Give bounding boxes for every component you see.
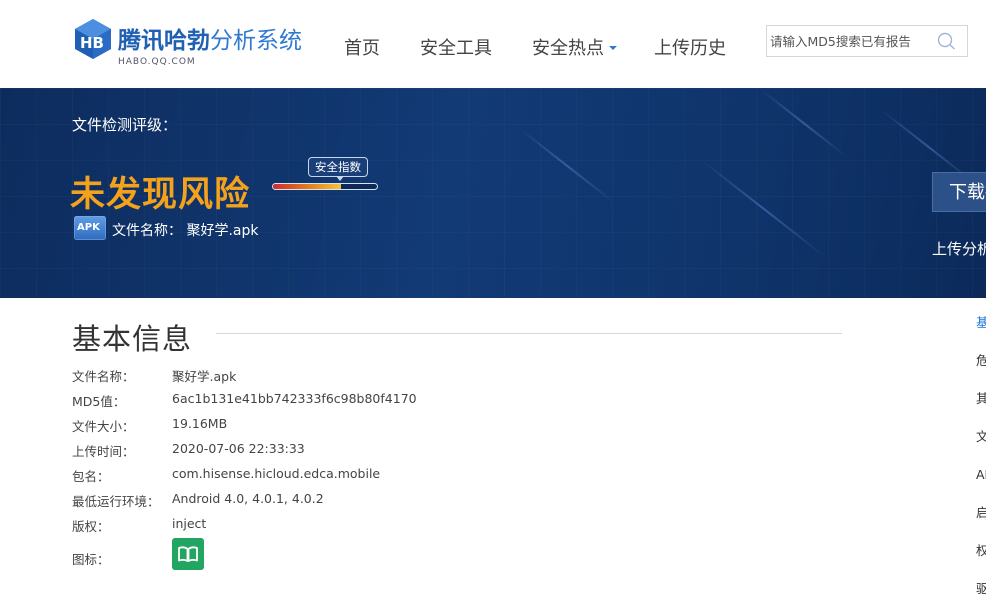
side-nav-driver-info[interactable]: 驱动信息 xyxy=(976,578,986,597)
info-value: 2020-07-06 22:33:33 xyxy=(172,441,305,456)
brand-logo[interactable]: HB 腾讯哈勃分析系统 HABO.QQ.COM xyxy=(72,18,302,70)
brand-title-part1: 腾讯哈勃 xyxy=(118,28,210,54)
info-value: com.hisense.hicloud.edca.mobile xyxy=(172,466,381,481)
nav-item-label: 上传历史 xyxy=(654,38,726,59)
md5-search-input[interactable] xyxy=(767,26,931,56)
side-nav-api-calls[interactable]: API调用 xyxy=(976,464,986,483)
side-nav-permission-info[interactable]: 权限信息 xyxy=(976,540,986,559)
info-value: 6ac1b131e41bb742333f6c98b80f4170 xyxy=(172,391,417,406)
banner-file-name: 文件名称： 聚好学.apk xyxy=(112,220,258,240)
nav-item-upload-history[interactable]: 上传历史 xyxy=(654,34,726,60)
info-key: 文件大小： xyxy=(72,419,135,434)
info-key: 图标： xyxy=(72,552,110,567)
side-nav-file-operations[interactable]: 文件操作 xyxy=(976,426,986,445)
side-nav-dangerous-behavior[interactable]: 危险行为 xyxy=(976,350,986,369)
nav-item-label: 安全工具 xyxy=(420,38,492,59)
side-nav-other-behavior[interactable]: 其他行为 xyxy=(976,388,986,407)
info-row-file-name: 文件名称： 聚好学.apk xyxy=(72,366,772,386)
book-icon xyxy=(172,538,204,570)
info-row-md5: MD5值： 6ac1b131e41bb742333f6c98b80f4170 xyxy=(72,391,772,411)
info-value: Android 4.0, 4.0.1, 4.0.2 xyxy=(172,491,324,506)
info-row-file-size: 文件大小： 19.16MB xyxy=(72,416,772,436)
download-report-button[interactable]: 下载报告 xyxy=(932,172,986,212)
nav-item-security-hotspots[interactable]: 安全热点 xyxy=(532,34,617,60)
info-row-app-icon: 图标： xyxy=(72,538,772,570)
nav-item-label: 安全热点 xyxy=(532,38,604,59)
info-row-package-name: 包名： com.hisense.hicloud.edca.mobile xyxy=(72,466,772,486)
nav-item-label: 首页 xyxy=(344,38,380,59)
info-value: inject xyxy=(172,516,207,531)
file-name-label: 文件名称： xyxy=(112,223,182,239)
file-name-value: 聚好学.apk xyxy=(186,223,259,239)
info-row-copyright: 版权： inject xyxy=(72,516,772,536)
verdict-text: 未发现风险 xyxy=(70,175,251,215)
info-row-min-runtime: 最低运行环境： Android 4.0, 4.0.1, 4.0.2 xyxy=(72,491,772,511)
safety-score-tag: 安全指数 xyxy=(308,157,368,181)
info-key: MD5值： xyxy=(72,394,126,409)
section-divider xyxy=(216,333,842,334)
info-key: 版权： xyxy=(72,519,110,534)
caret-down-icon xyxy=(609,45,617,50)
search-box xyxy=(766,25,968,57)
page: HB 腾讯哈勃分析系统 HABO.QQ.COM 首页 安全工具 安全热点 上传历… xyxy=(0,0,986,604)
side-nav-basic-info[interactable]: 基本信息 xyxy=(976,312,986,331)
safety-score-fill xyxy=(273,184,341,189)
search-icon[interactable] xyxy=(935,31,959,51)
habo-logo-icon: HB xyxy=(72,18,114,60)
result-banner: 文件检测评级： 未发现风险 安全指数 APK 文件名称： 聚好学.apk 下载报… xyxy=(0,88,986,298)
section-title-basic-info: 基本信息 xyxy=(72,322,193,356)
info-row-upload-time: 上传时间： 2020-07-06 22:33:33 xyxy=(72,441,772,461)
upload-analysis-link[interactable]: 上传分析 xyxy=(932,238,986,259)
side-nav-startup-info[interactable]: 启动信息 xyxy=(976,502,986,521)
nav-item-security-tools[interactable]: 安全工具 xyxy=(420,34,492,60)
info-key: 上传时间： xyxy=(72,444,135,459)
rating-label: 文件检测评级： xyxy=(72,116,178,134)
info-value: 19.16MB xyxy=(172,416,228,431)
svg-text:HB: HB xyxy=(80,34,104,52)
brand-title: 腾讯哈勃分析系统 xyxy=(118,27,302,55)
info-key: 文件名称： xyxy=(72,369,135,384)
safety-score-bar xyxy=(272,183,378,190)
apk-file-icon: APK xyxy=(74,216,106,240)
brand-subtitle: HABO.QQ.COM xyxy=(118,57,196,67)
nav-item-home[interactable]: 首页 xyxy=(344,34,380,60)
info-key: 最低运行环境： xyxy=(72,494,160,509)
brand-title-part2: 分析系统 xyxy=(210,28,302,54)
apk-icon-label: APK xyxy=(77,222,100,233)
header: HB 腾讯哈勃分析系统 HABO.QQ.COM 首页 安全工具 安全热点 上传历… xyxy=(0,0,986,88)
info-key: 包名： xyxy=(72,469,110,484)
info-value: 聚好学.apk xyxy=(172,369,237,384)
